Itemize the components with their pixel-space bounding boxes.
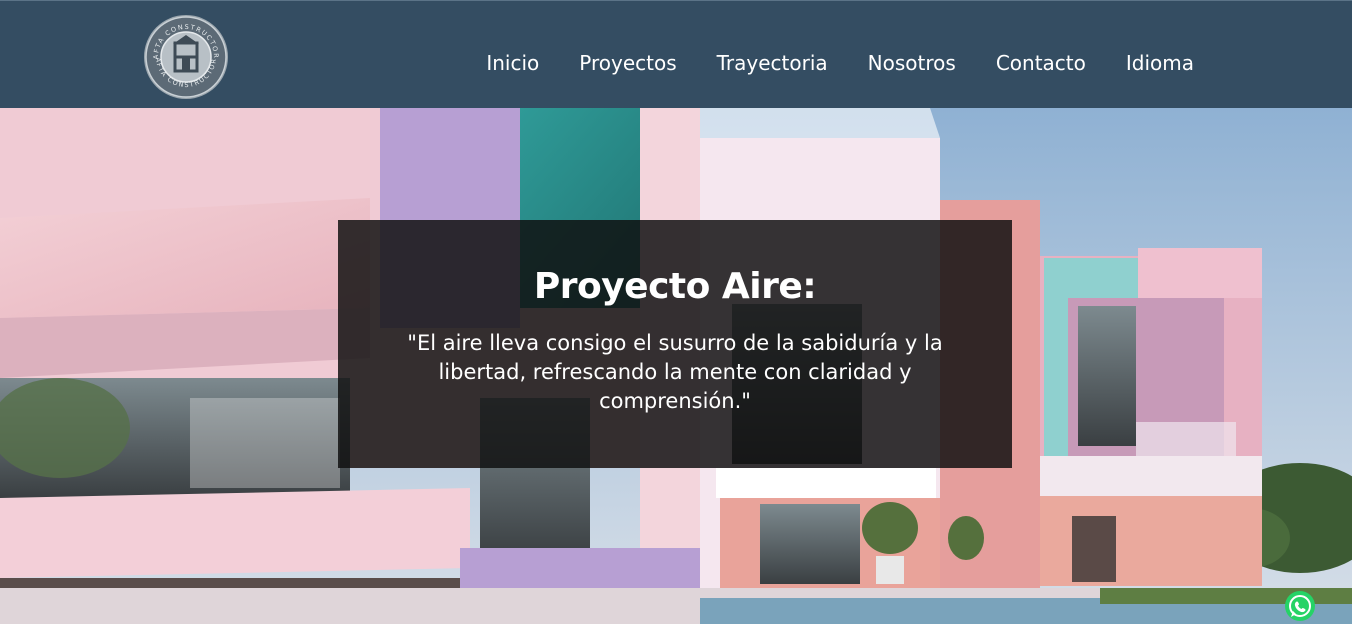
brand-logo[interactable]: AFTA CONSTRUCTOR AFTA CONSTRUCTOR — [142, 13, 230, 101]
hero-quote: "El aire lleva consigo el susurro de la … — [407, 331, 943, 413]
nav-link-contacto[interactable]: Contacto — [996, 49, 1086, 77]
nav-link-trayectoria[interactable]: Trayectoria — [717, 49, 828, 77]
hero-section: Proyecto Aire: "El aire lleva consigo el… — [0, 108, 1352, 624]
navbar: AFTA CONSTRUCTOR AFTA CONSTRUCTOR Inicio… — [0, 0, 1352, 108]
logo-badge-icon: AFTA CONSTRUCTOR AFTA CONSTRUCTOR — [144, 15, 228, 99]
whatsapp-button[interactable] — [1284, 590, 1316, 622]
hero-title: Proyecto Aire: — [533, 266, 817, 307]
main-nav: Inicio Proyectos Trayectoria Nosotros Co… — [446, 49, 1194, 77]
hero-caption-box: Proyecto Aire: "El aire lleva consigo el… — [338, 220, 1012, 468]
nav-link-nosotros[interactable]: Nosotros — [868, 49, 956, 77]
page: AFTA CONSTRUCTOR AFTA CONSTRUCTOR Inicio… — [0, 0, 1352, 624]
nav-link-idioma[interactable]: Idioma — [1126, 49, 1194, 77]
whatsapp-icon — [1285, 591, 1315, 621]
nav-link-proyectos[interactable]: Proyectos — [579, 49, 676, 77]
nav-link-inicio[interactable]: Inicio — [486, 49, 539, 77]
